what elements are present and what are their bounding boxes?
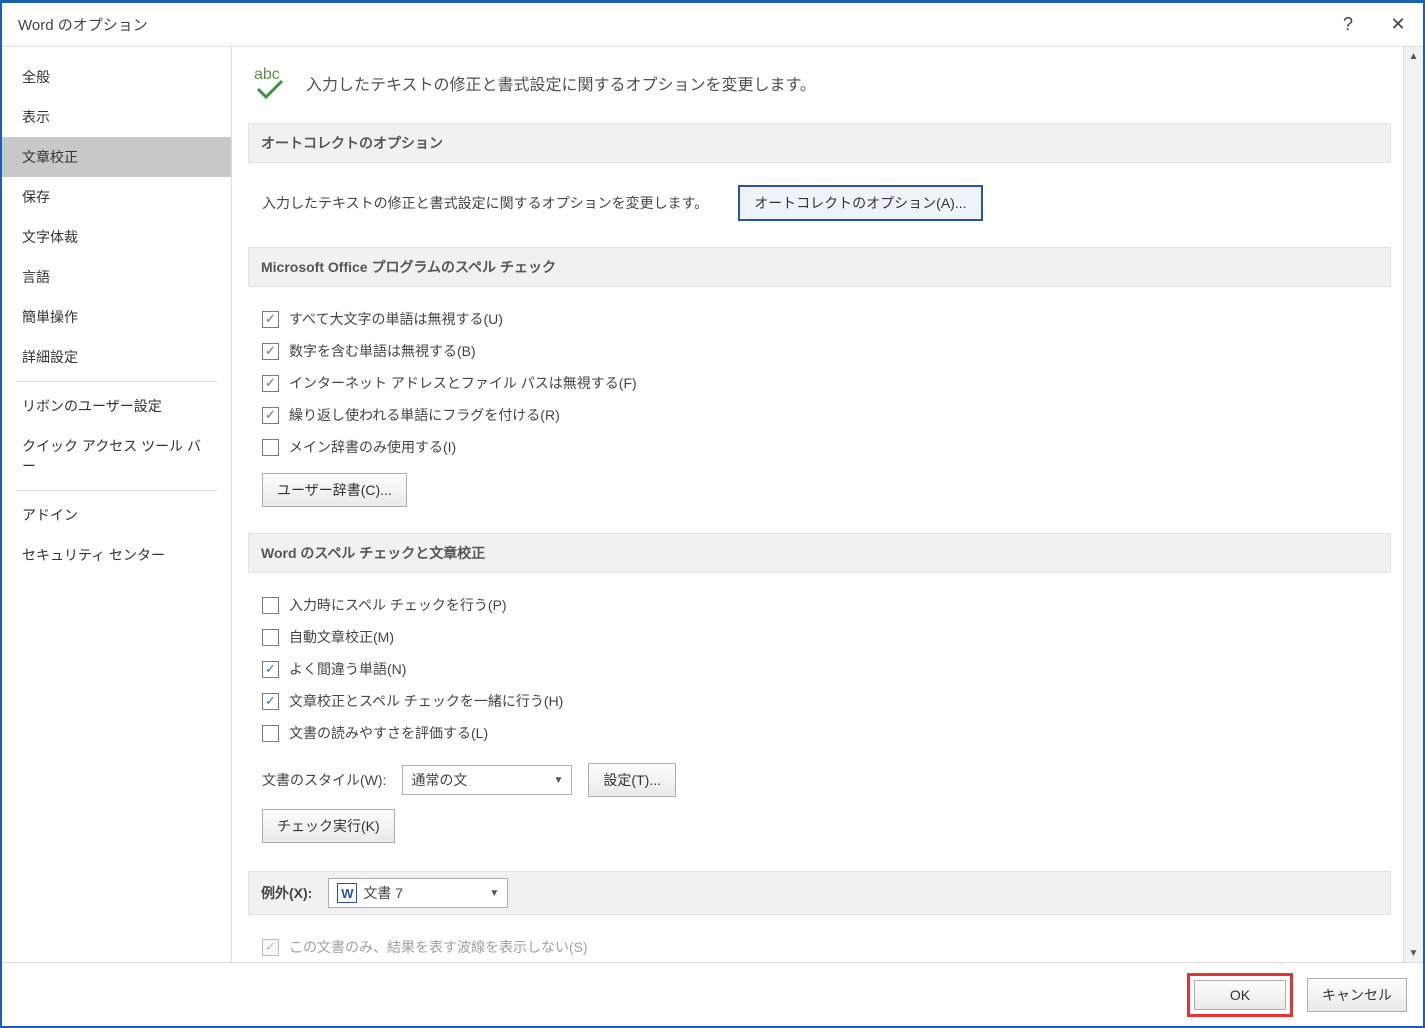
sidebar-item-advanced[interactable]: 詳細設定 bbox=[2, 337, 231, 377]
section-autocorrect-heading: オートコレクトのオプション bbox=[248, 123, 1391, 163]
sidebar-item-proofing[interactable]: 文章校正 bbox=[2, 137, 231, 177]
autocorrect-desc: 入力したテキストの修正と書式設定に関するオプションを変更します。 bbox=[262, 193, 708, 213]
sidebar-item-typography[interactable]: 文字体裁 bbox=[2, 217, 231, 257]
sidebar-item-general[interactable]: 全般 bbox=[2, 57, 231, 97]
options-dialog: Word のオプション ? ✕ 全般 表示 文章校正 保存 文字体裁 言語 簡単… bbox=[0, 0, 1425, 1028]
vertical-scrollbar[interactable]: ▲ ▼ bbox=[1403, 47, 1423, 962]
label-ignore-urls: インターネット アドレスとファイル パスは無視する(F) bbox=[289, 373, 637, 393]
sidebar-separator bbox=[16, 490, 217, 491]
window-title: Word のオプション bbox=[18, 14, 1323, 35]
ok-button[interactable]: OK bbox=[1194, 980, 1286, 1010]
label-main-dict-only: メイン辞書のみ使用する(I) bbox=[289, 437, 456, 457]
svg-text:abc: abc bbox=[254, 66, 280, 83]
sidebar-separator bbox=[16, 381, 217, 382]
checkbox-ignore-urls[interactable]: ✓ bbox=[262, 375, 279, 392]
word-document-icon: W bbox=[337, 883, 357, 903]
checkbox-ignore-numbers[interactable]: ✓ bbox=[262, 343, 279, 360]
checkbox-check-as-type[interactable] bbox=[262, 597, 279, 614]
sidebar-item-display[interactable]: 表示 bbox=[2, 97, 231, 137]
writing-style-value: 通常の文 bbox=[411, 770, 467, 790]
cancel-label: キャンセル bbox=[1322, 985, 1392, 1005]
checkbox-auto-grammar[interactable] bbox=[262, 629, 279, 646]
checkbox-grammar-with-spell[interactable]: ✓ bbox=[262, 693, 279, 710]
close-icon: ✕ bbox=[1390, 14, 1405, 35]
recheck-button[interactable]: チェック実行(K) bbox=[262, 809, 395, 843]
user-dictionaries-button[interactable]: ユーザー辞書(C)... bbox=[262, 473, 407, 507]
checkbox-main-dict-only[interactable] bbox=[262, 439, 279, 456]
label-ignore-uppercase: すべて大文字の単語は無視する(U) bbox=[289, 309, 503, 329]
help-button[interactable]: ? bbox=[1323, 3, 1373, 47]
content-wrap: abc 入力したテキストの修正と書式設定に関するオプションを変更します。 オート… bbox=[232, 47, 1423, 962]
sidebar-item-addins[interactable]: アドイン bbox=[2, 495, 231, 535]
proofing-icon: abc bbox=[252, 63, 292, 103]
page-title: 入力したテキストの修正と書式設定に関するオプションを変更します。 bbox=[306, 71, 816, 95]
dialog-footer: OK キャンセル bbox=[2, 962, 1423, 1026]
scroll-up-icon[interactable]: ▲ bbox=[1405, 47, 1423, 65]
checkbox-readability[interactable] bbox=[262, 725, 279, 742]
dialog-body: 全般 表示 文章校正 保存 文字体裁 言語 簡単操作 詳細設定 リボンのユーザー… bbox=[2, 47, 1423, 962]
exceptions-label: 例外(X): bbox=[261, 883, 312, 903]
exceptions-document-value: 文書 7 bbox=[363, 883, 403, 903]
autocorrect-options-label: オートコレクトのオプション(A)... bbox=[754, 193, 966, 213]
checkbox-hide-squiggles: ✓ bbox=[262, 939, 279, 956]
section-exceptions-heading: 例外(X): W 文書 7 ▼ bbox=[248, 871, 1391, 915]
sidebar-item-ease[interactable]: 簡単操作 bbox=[2, 297, 231, 337]
label-readability: 文書の読みやすさを評価する(L) bbox=[289, 723, 488, 743]
label-check-as-type: 入力時にスペル チェックを行う(P) bbox=[289, 595, 507, 615]
cancel-button[interactable]: キャンセル bbox=[1307, 978, 1407, 1012]
label-confused-words: よく間違う単語(N) bbox=[289, 659, 406, 679]
exceptions-document-select[interactable]: W 文書 7 ▼ bbox=[328, 878, 508, 908]
label-flag-repeated: 繰り返し使われる単語にフラグを付ける(R) bbox=[289, 405, 560, 425]
grammar-settings-label: 設定(T)... bbox=[603, 770, 661, 790]
content-pane: abc 入力したテキストの修正と書式設定に関するオプションを変更します。 オート… bbox=[232, 47, 1403, 962]
label-ignore-numbers: 数字を含む単語は無視する(B) bbox=[289, 341, 476, 361]
close-button[interactable]: ✕ bbox=[1373, 3, 1423, 47]
sidebar-item-save[interactable]: 保存 bbox=[2, 177, 231, 217]
section-word-spell-heading: Word のスペル チェックと文章校正 bbox=[248, 533, 1391, 573]
label-hide-squiggles: この文書のみ、結果を表す波線を表示しない(S) bbox=[289, 937, 588, 957]
label-auto-grammar: 自動文章校正(M) bbox=[289, 627, 394, 647]
user-dictionaries-label: ユーザー辞書(C)... bbox=[277, 480, 392, 500]
label-grammar-with-spell: 文章校正とスペル チェックを一緒に行う(H) bbox=[289, 691, 563, 711]
chevron-down-icon: ▼ bbox=[554, 775, 564, 786]
section-office-spell-heading: Microsoft Office プログラムのスペル チェック bbox=[248, 247, 1391, 287]
sidebar-item-language[interactable]: 言語 bbox=[2, 257, 231, 297]
titlebar: Word のオプション ? ✕ bbox=[2, 3, 1423, 47]
chevron-down-icon: ▼ bbox=[489, 888, 499, 899]
page-header: abc 入力したテキストの修正と書式設定に関するオプションを変更します。 bbox=[248, 59, 1391, 119]
writing-style-select[interactable]: 通常の文 ▼ bbox=[402, 765, 572, 795]
ok-highlight-box: OK bbox=[1187, 973, 1293, 1017]
writing-style-label: 文書のスタイル(W): bbox=[262, 770, 386, 790]
recheck-label: チェック実行(K) bbox=[277, 816, 380, 836]
sidebar-item-ribbon[interactable]: リボンのユーザー設定 bbox=[2, 386, 231, 426]
sidebar-item-trust[interactable]: セキュリティ センター bbox=[2, 535, 231, 575]
sidebar: 全般 表示 文章校正 保存 文字体裁 言語 簡単操作 詳細設定 リボンのユーザー… bbox=[2, 47, 232, 962]
ok-label: OK bbox=[1230, 987, 1250, 1003]
sidebar-item-qat[interactable]: クイック アクセス ツール バー bbox=[2, 426, 231, 486]
help-icon: ? bbox=[1343, 14, 1353, 35]
grammar-settings-button[interactable]: 設定(T)... bbox=[588, 763, 676, 797]
scroll-down-icon[interactable]: ▼ bbox=[1405, 944, 1423, 962]
checkbox-ignore-uppercase[interactable]: ✓ bbox=[262, 311, 279, 328]
checkbox-flag-repeated[interactable]: ✓ bbox=[262, 407, 279, 424]
checkbox-confused-words[interactable]: ✓ bbox=[262, 661, 279, 678]
autocorrect-options-button[interactable]: オートコレクトのオプション(A)... bbox=[738, 185, 982, 221]
